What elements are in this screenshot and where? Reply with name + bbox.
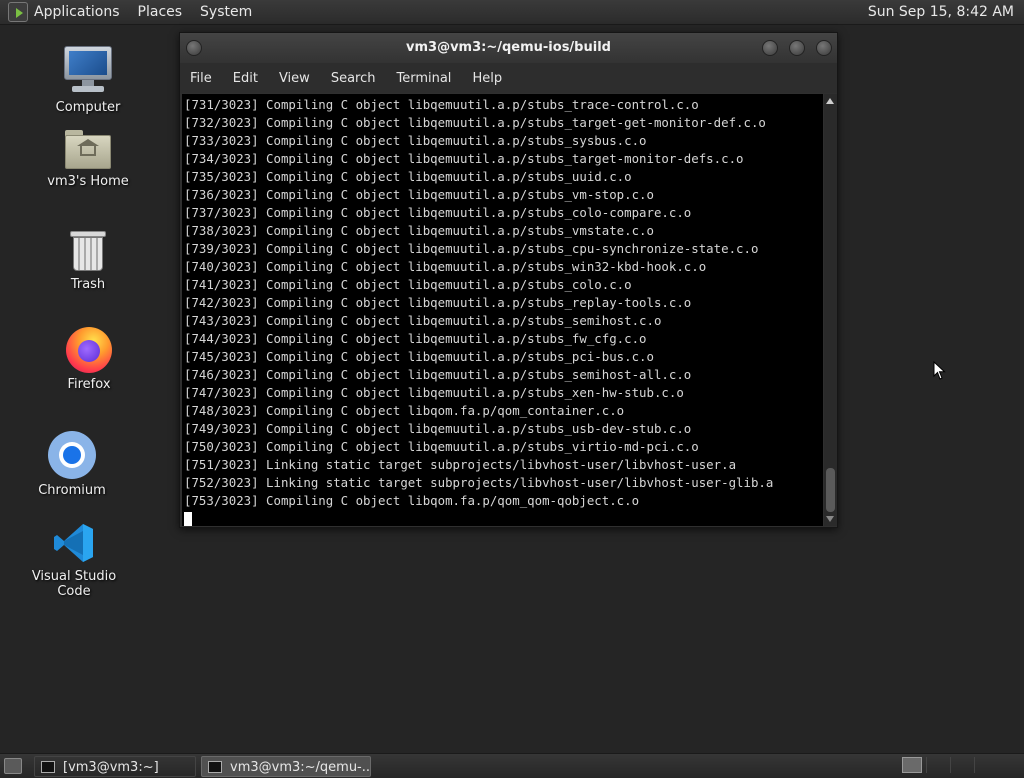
desktop-icon-label: Trash bbox=[70, 277, 106, 292]
terminal-menubar: File Edit View Search Terminal Help bbox=[180, 63, 837, 93]
main-menu-icon[interactable] bbox=[8, 2, 28, 22]
desktop-icon-home[interactable]: vm3's Home bbox=[28, 128, 148, 189]
taskbar-item-terminal-home[interactable]: [vm3@vm3:~] bbox=[34, 756, 196, 777]
taskbar-item-label: [vm3@vm3:~] bbox=[63, 760, 159, 775]
desktop-icon-trash[interactable]: Trash bbox=[28, 229, 148, 292]
vscode-icon bbox=[52, 521, 96, 565]
terminal-line: [746/3023] Compiling C object libqemuuti… bbox=[184, 367, 692, 382]
terminal-scrollbar[interactable] bbox=[824, 94, 837, 526]
terminal-line: [743/3023] Compiling C object libqemuuti… bbox=[184, 313, 662, 328]
scroll-up-icon[interactable] bbox=[826, 98, 834, 104]
taskbar-item-terminal-build[interactable]: vm3@vm3:~/qemu-... bbox=[201, 756, 371, 777]
desktop-icon-computer[interactable]: Computer bbox=[28, 46, 148, 115]
workspace-1[interactable] bbox=[902, 757, 922, 773]
trash-icon bbox=[70, 229, 106, 273]
desktop-icon-label: Visual Studio Code bbox=[31, 569, 117, 599]
terminal-output[interactable]: [731/3023] Compiling C object libqemuuti… bbox=[182, 94, 823, 526]
terminal-line: [751/3023] Linking static target subproj… bbox=[184, 457, 737, 472]
minimize-icon[interactable] bbox=[762, 40, 778, 56]
menu-search[interactable]: Search bbox=[331, 71, 376, 86]
terminal-icon bbox=[41, 761, 55, 773]
window-title: vm3@vm3:~/qemu-ios/build bbox=[406, 40, 611, 55]
top-panel: Applications Places System Sun Sep 15, 8… bbox=[0, 0, 1024, 25]
terminal-line: [753/3023] Compiling C object libqom.fa.… bbox=[184, 493, 640, 508]
terminal-line: [737/3023] Compiling C object libqemuuti… bbox=[184, 205, 692, 220]
menu-view[interactable]: View bbox=[279, 71, 310, 86]
close-icon[interactable] bbox=[816, 40, 832, 56]
menu-places[interactable]: Places bbox=[138, 4, 183, 20]
firefox-icon bbox=[66, 327, 112, 373]
terminal-line: [744/3023] Compiling C object libqemuuti… bbox=[184, 331, 647, 346]
scroll-down-icon[interactable] bbox=[826, 516, 834, 522]
menu-file[interactable]: File bbox=[190, 71, 212, 86]
terminal-line: [733/3023] Compiling C object libqemuuti… bbox=[184, 133, 647, 148]
computer-icon bbox=[64, 46, 112, 96]
terminal-prompt-line[interactable] bbox=[184, 510, 823, 526]
terminal-line: [731/3023] Compiling C object libqemuuti… bbox=[184, 97, 699, 112]
menu-help[interactable]: Help bbox=[472, 71, 502, 86]
terminal-line: [740/3023] Compiling C object libqemuuti… bbox=[184, 259, 707, 274]
home-folder-icon bbox=[65, 128, 111, 170]
terminal-icon bbox=[208, 761, 222, 773]
terminal-line: [741/3023] Compiling C object libqemuuti… bbox=[184, 277, 632, 292]
mouse-pointer-icon bbox=[933, 361, 946, 380]
desktop-icon-vscode[interactable]: Visual Studio Code bbox=[14, 521, 134, 599]
terminal-line: [738/3023] Compiling C object libqemuuti… bbox=[184, 223, 654, 238]
workspace-4[interactable] bbox=[974, 757, 996, 773]
show-desktop-icon[interactable] bbox=[4, 758, 22, 774]
workspace-3[interactable] bbox=[950, 757, 972, 773]
desktop-icon-firefox[interactable]: Firefox bbox=[29, 327, 149, 392]
terminal-titlebar[interactable]: vm3@vm3:~/qemu-ios/build bbox=[180, 33, 837, 63]
terminal-line: [732/3023] Compiling C object libqemuuti… bbox=[184, 115, 766, 130]
terminal-cursor bbox=[184, 511, 192, 526]
menu-terminal[interactable]: Terminal bbox=[396, 71, 451, 86]
terminal-line: [750/3023] Compiling C object libqemuuti… bbox=[184, 439, 699, 454]
taskbar-item-label: vm3@vm3:~/qemu-... bbox=[230, 760, 371, 775]
maximize-icon[interactable] bbox=[789, 40, 805, 56]
menu-system[interactable]: System bbox=[200, 4, 252, 20]
terminal-line: [735/3023] Compiling C object libqemuuti… bbox=[184, 169, 632, 184]
terminal-line: [745/3023] Compiling C object libqemuuti… bbox=[184, 349, 654, 364]
desktop-icon-label: vm3's Home bbox=[47, 174, 129, 189]
terminal-line: [736/3023] Compiling C object libqemuuti… bbox=[184, 187, 654, 202]
scrollbar-thumb[interactable] bbox=[826, 468, 835, 512]
terminal-line: [752/3023] Linking static target subproj… bbox=[184, 475, 774, 490]
desktop-icon-chromium[interactable]: Chromium bbox=[12, 431, 132, 498]
terminal-window: vm3@vm3:~/qemu-ios/build File Edit View … bbox=[179, 32, 838, 528]
workspace-2[interactable] bbox=[926, 757, 948, 773]
menu-edit[interactable]: Edit bbox=[233, 71, 258, 86]
desktop-icon-label: Computer bbox=[55, 100, 121, 115]
window-menu-icon[interactable] bbox=[186, 40, 202, 56]
terminal-line: [747/3023] Compiling C object libqemuuti… bbox=[184, 385, 684, 400]
terminal-line: [739/3023] Compiling C object libqemuuti… bbox=[184, 241, 759, 256]
desktop-icon-label: Firefox bbox=[67, 377, 111, 392]
chromium-icon bbox=[48, 431, 96, 479]
terminal-line: [749/3023] Compiling C object libqemuuti… bbox=[184, 421, 692, 436]
menu-applications[interactable]: Applications bbox=[34, 4, 120, 20]
terminal-line: [734/3023] Compiling C object libqemuuti… bbox=[184, 151, 744, 166]
terminal-line: [742/3023] Compiling C object libqemuuti… bbox=[184, 295, 692, 310]
terminal-line: [748/3023] Compiling C object libqom.fa.… bbox=[184, 403, 625, 418]
panel-clock[interactable]: Sun Sep 15, 8:42 AM bbox=[868, 4, 1014, 20]
bottom-panel: [vm3@vm3:~] vm3@vm3:~/qemu-... bbox=[0, 753, 1024, 778]
desktop-icon-label: Chromium bbox=[38, 483, 106, 498]
